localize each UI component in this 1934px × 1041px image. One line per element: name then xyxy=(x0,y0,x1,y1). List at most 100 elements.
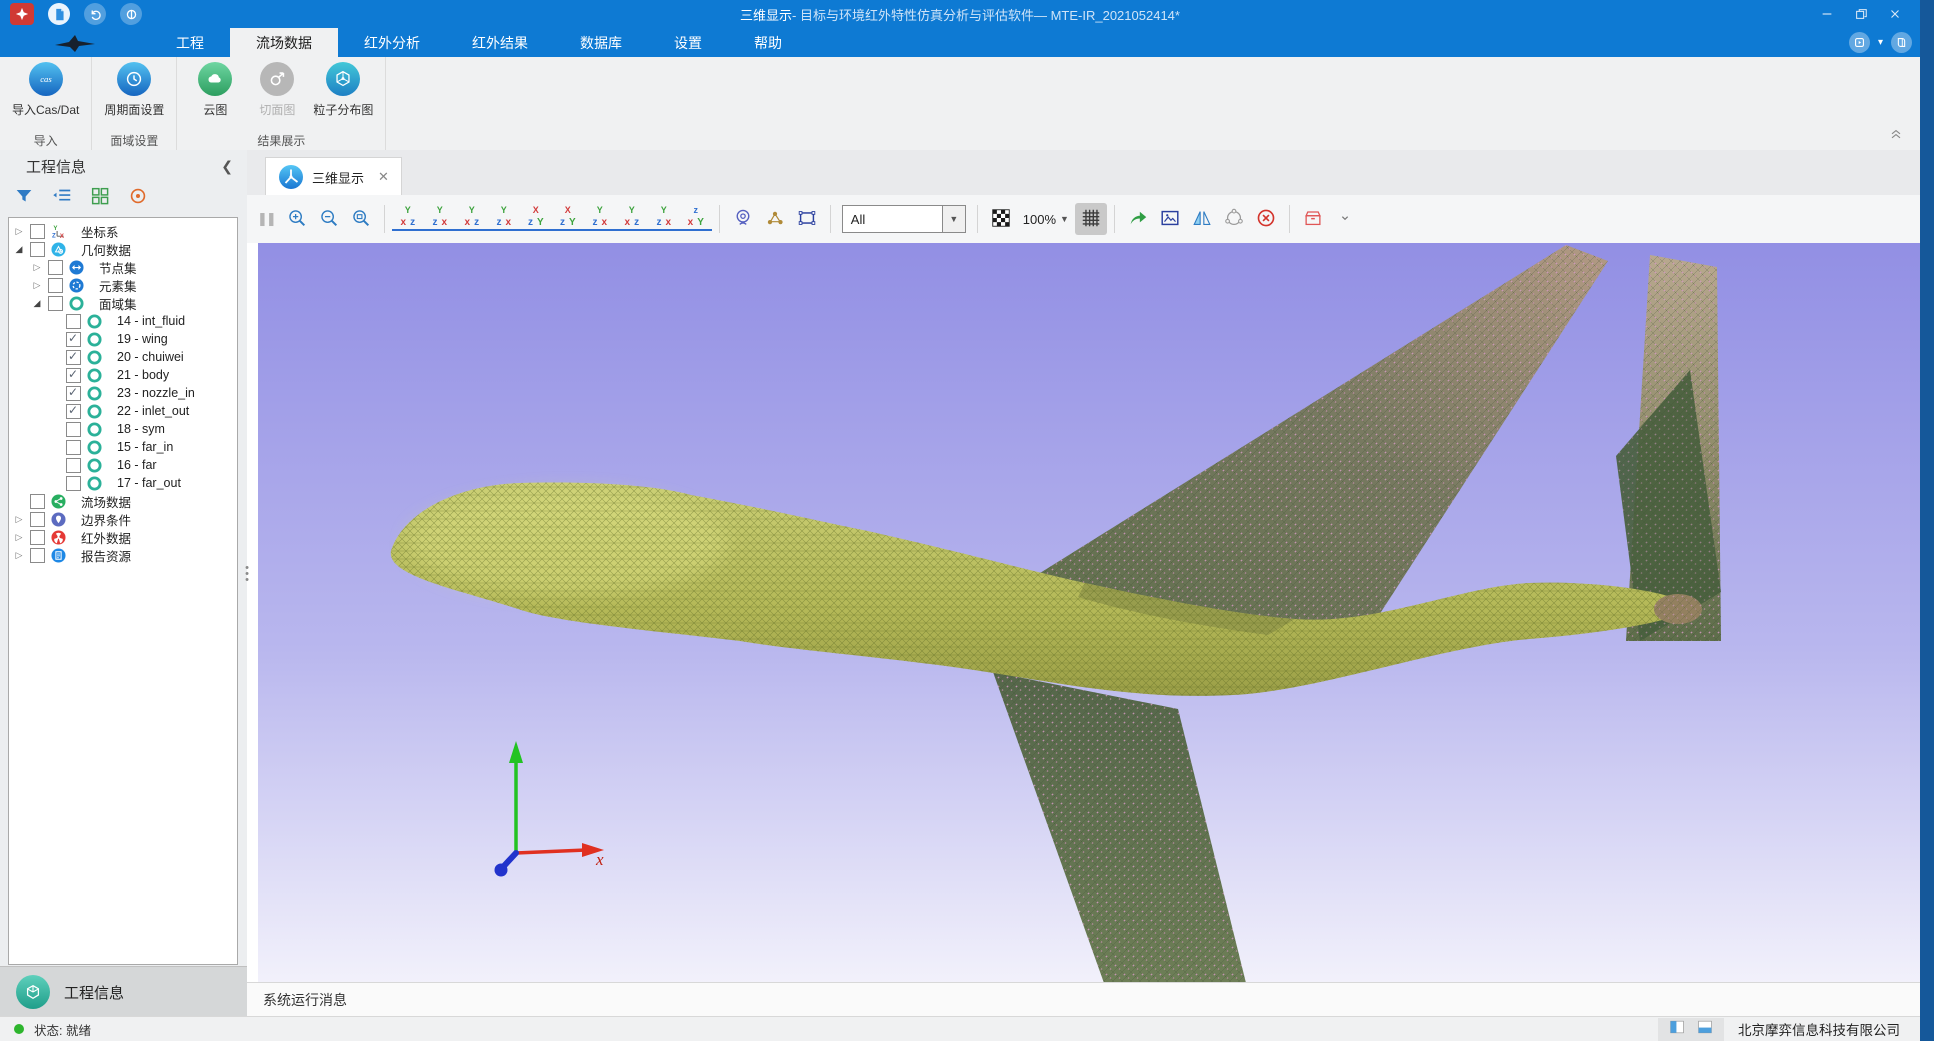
panel-collapse-icon[interactable]: ❮ xyxy=(221,158,233,175)
view-iso-2-button[interactable]: Yxz xyxy=(616,204,648,234)
tree-row[interactable]: 15 - far_in xyxy=(9,438,237,456)
tree-checkbox[interactable] xyxy=(66,314,81,329)
tree-checkbox[interactable] xyxy=(66,386,81,401)
thumbnail-grid-icon[interactable] xyxy=(88,184,112,208)
export-view-button[interactable] xyxy=(1122,203,1154,235)
tree-expander-icon[interactable]: ▷ xyxy=(13,514,25,525)
package-button[interactable] xyxy=(1297,203,1329,235)
menu-item-6[interactable]: 帮助 xyxy=(728,28,808,57)
dropdown-caret-icon[interactable]: ▾ xyxy=(1878,37,1883,48)
tree-expander-icon[interactable]: ▷ xyxy=(31,280,43,291)
zoom-level-dropdown[interactable]: 100%▼ xyxy=(1017,212,1075,227)
package-dropdown[interactable] xyxy=(1329,203,1361,235)
tree-row[interactable]: 17 - far_out xyxy=(9,474,237,492)
display-filter-combo[interactable]: All▼ xyxy=(842,205,966,233)
tree-row[interactable]: ◢几何数据 xyxy=(9,240,237,258)
redo-icon[interactable] xyxy=(120,3,142,25)
clear-button[interactable] xyxy=(1250,203,1282,235)
tree-expander-icon[interactable]: ▷ xyxy=(31,262,43,273)
tree-row[interactable]: 23 - nozzle_in xyxy=(9,384,237,402)
view-front-button[interactable]: Yxz xyxy=(392,204,424,234)
tree-checkbox[interactable] xyxy=(30,548,45,563)
tree-row[interactable]: 22 - inlet_out xyxy=(9,402,237,420)
tree-checkbox[interactable] xyxy=(66,404,81,419)
locate-icon[interactable] xyxy=(126,184,150,208)
tab-close-icon[interactable]: ✕ xyxy=(378,169,389,185)
menu-item-2[interactable]: 红外分析 xyxy=(338,28,446,57)
quick-tool-icon[interactable] xyxy=(1849,32,1870,53)
zoom-in-button[interactable] xyxy=(281,203,313,235)
tree-checkbox[interactable] xyxy=(66,458,81,473)
app-logo-icon[interactable] xyxy=(10,3,34,25)
tree-checkbox[interactable] xyxy=(30,530,45,545)
filter-icon[interactable] xyxy=(12,184,36,208)
tree-checkbox[interactable] xyxy=(66,422,81,437)
mirror-button[interactable] xyxy=(1186,203,1218,235)
tree-checkbox[interactable] xyxy=(30,512,45,527)
tree-checkbox[interactable] xyxy=(66,440,81,455)
tree-checkbox[interactable] xyxy=(30,494,45,509)
panel-bottom-layout-icon[interactable] xyxy=(1696,1020,1714,1039)
close-button[interactable] xyxy=(1878,0,1912,28)
particle-view-button[interactable] xyxy=(759,203,791,235)
zoom-out-button[interactable] xyxy=(313,203,345,235)
tree-checkbox[interactable] xyxy=(48,260,63,275)
toolbar-grip[interactable]: ❚❚ xyxy=(257,211,275,227)
tree-row[interactable]: ▷边界条件 xyxy=(9,510,237,528)
view-left-button[interactable]: Yxz xyxy=(456,204,488,234)
tree-checkbox[interactable] xyxy=(66,332,81,347)
orbit-button[interactable] xyxy=(1218,203,1250,235)
menu-item-1[interactable]: 流场数据 xyxy=(230,28,338,57)
tree-row[interactable]: ▷节点集 xyxy=(9,258,237,276)
tree-checkbox[interactable] xyxy=(48,278,63,293)
tree-expander-icon[interactable]: ▷ xyxy=(13,226,25,237)
tree-checkbox[interactable] xyxy=(66,368,81,383)
help-manual-icon[interactable] xyxy=(1891,32,1912,53)
ribbon-button-contour-cloud[interactable]: 云图 xyxy=(189,62,241,118)
tree-checkbox[interactable] xyxy=(30,224,45,239)
ribbon-button-cas-import[interactable]: cas导入Cas/Dat xyxy=(12,62,79,118)
view-top-button[interactable]: XzY xyxy=(520,204,552,234)
tree-row[interactable]: 14 - int_fluid xyxy=(9,312,237,330)
menu-item-3[interactable]: 红外结果 xyxy=(446,28,554,57)
tree-row[interactable]: 流场数据 xyxy=(9,492,237,510)
tree-checkbox[interactable] xyxy=(66,476,81,491)
view-iso-1-button[interactable]: Yzx xyxy=(584,204,616,234)
view-bottom-button[interactable]: XzY xyxy=(552,204,584,234)
menu-item-5[interactable]: 设置 xyxy=(648,28,728,57)
tree-row[interactable]: 21 - body xyxy=(9,366,237,384)
tree-checkbox[interactable] xyxy=(66,350,81,365)
combo-dropdown-icon[interactable]: ▼ xyxy=(942,206,965,232)
tree-row[interactable]: ▷元素集 xyxy=(9,276,237,294)
zoom-fit-button[interactable] xyxy=(345,203,377,235)
tree-row[interactable]: 20 - chuiwei xyxy=(9,348,237,366)
tree-expander-icon[interactable]: ▷ xyxy=(13,532,25,543)
undo-icon[interactable] xyxy=(84,3,106,25)
view-right-button[interactable]: Yzx xyxy=(488,204,520,234)
tree-row[interactable]: ▷红外数据 xyxy=(9,528,237,546)
tree-row[interactable]: 16 - far xyxy=(9,456,237,474)
ribbon-collapse-icon[interactable] xyxy=(1888,125,1904,146)
camera-button[interactable] xyxy=(727,203,759,235)
menu-item-4[interactable]: 数据库 xyxy=(554,28,648,57)
tree-row[interactable]: ▷YZX坐标系 xyxy=(9,222,237,240)
maximize-button[interactable] xyxy=(1844,0,1878,28)
background-toggle-button[interactable] xyxy=(985,203,1017,235)
mesh-toggle-button[interactable] xyxy=(1075,203,1107,235)
ribbon-button-periodic-face[interactable]: 周期面设置 xyxy=(104,62,164,118)
tree-row[interactable]: ◢面域集 xyxy=(9,294,237,312)
tree-expander-icon[interactable]: ◢ xyxy=(31,298,43,309)
tree-row[interactable]: 19 - wing xyxy=(9,330,237,348)
detail-list-icon[interactable] xyxy=(50,184,74,208)
view-iso-4-button[interactable]: zxY xyxy=(680,204,712,234)
box-select-button[interactable] xyxy=(791,203,823,235)
panel-left-layout-icon[interactable] xyxy=(1668,1020,1686,1039)
save-document-icon[interactable] xyxy=(48,3,70,25)
tree-row[interactable]: 18 - sym xyxy=(9,420,237,438)
tab-3d-view[interactable]: 三维显示 ✕ xyxy=(265,157,402,196)
menu-item-0[interactable]: 工程 xyxy=(150,28,230,57)
snapshot-button[interactable] xyxy=(1154,203,1186,235)
tree-checkbox[interactable] xyxy=(30,242,45,257)
view-iso-3-button[interactable]: Yzx xyxy=(648,204,680,234)
tree-expander-icon[interactable]: ▷ xyxy=(13,550,25,561)
